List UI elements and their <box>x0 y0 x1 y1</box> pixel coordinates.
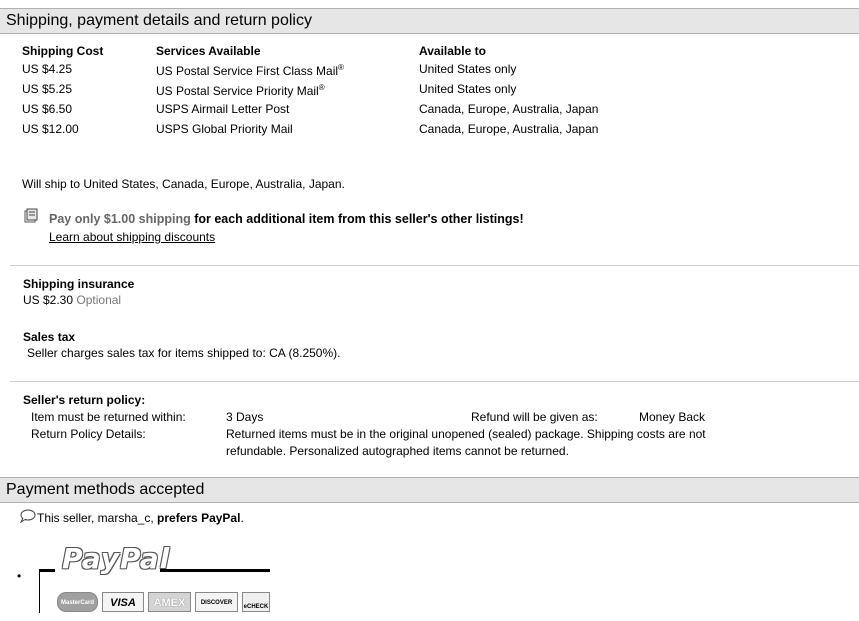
will-ship-text: Will ship to United States, Canada, Euro… <box>22 177 345 191</box>
mastercard-icon: MasterCard <box>57 592 98 612</box>
echeck-icon: eCHECK <box>242 592 270 612</box>
refund-label: Refund will be given as: <box>471 410 598 424</box>
shipping-cost: US $5.25 <box>22 82 73 96</box>
shipping-destination: Canada, Europe, Australia, Japan <box>419 102 599 116</box>
return-details-line2: refundable. Personalized autographed ite… <box>226 444 569 458</box>
speech-bubble-icon <box>19 509 36 526</box>
discount-prefix: Pay only $1.00 shipping <box>49 212 191 226</box>
insurance-optional: Optional <box>76 293 122 307</box>
shipping-service: US Postal Service Priority Mail® <box>156 83 325 98</box>
shipping-destination: United States only <box>419 62 517 76</box>
sales-tax-title: Sales tax <box>23 330 76 344</box>
divider <box>10 265 859 266</box>
shipping-cost: US $12.00 <box>22 122 79 136</box>
shipping-cost: US $4.25 <box>22 62 73 76</box>
shipping-destination: Canada, Europe, Australia, Japan <box>419 122 599 136</box>
shipping-discount-icon <box>23 208 38 226</box>
section-title: Payment methods accepted <box>6 481 205 498</box>
shipping-destination: United States only <box>419 82 517 96</box>
return-policy-title: Seller's return policy: <box>23 393 146 407</box>
visa-icon: VISA <box>102 592 144 612</box>
discount-suffix: for each additional item from this selle… <box>190 212 524 226</box>
return-details-label: Return Policy Details: <box>31 427 146 441</box>
section-header-shipping: Shipping, payment details and return pol… <box>0 8 859 34</box>
shipping-service: USPS Airmail Letter Post <box>156 102 290 116</box>
insurance-amount: US $2.30 Optional <box>23 293 122 307</box>
shipping-service: USPS Global Priority Mail <box>156 122 293 136</box>
paypal-logo: PayPal <box>62 542 171 575</box>
list-bullet: • <box>17 569 22 583</box>
header-available-to: Available to <box>419 44 486 58</box>
refund-value: Money Back <box>639 410 706 424</box>
header-services-available: Services Available <box>156 44 261 58</box>
amex-icon: AMEX <box>148 592 191 612</box>
discover-icon: DISCOVER <box>195 592 238 612</box>
return-details-line1: Returned items must be in the original u… <box>226 427 706 441</box>
insurance-title: Shipping insurance <box>23 277 135 291</box>
section-title: Shipping, payment details and return pol… <box>6 12 312 29</box>
shipping-service: US Postal Service First Class Mail® <box>156 63 344 78</box>
sales-tax-text: Seller charges sales tax for items shipp… <box>27 346 341 360</box>
prefers-paypal-text: This seller, marsha_c, prefers PayPal. <box>37 511 244 525</box>
shipping-discounts-link[interactable]: Learn about shipping discounts <box>49 230 215 244</box>
shipping-cost: US $6.50 <box>22 102 73 116</box>
return-within-label: Item must be returned within: <box>31 410 186 424</box>
divider <box>10 381 859 382</box>
paypal-payment-box: PayPal MasterCard VISA AMEX DISCOVER eCH… <box>39 537 270 613</box>
return-within-value: 3 Days <box>226 410 264 424</box>
shipping-discount-text: Pay only $1.00 shipping for each additio… <box>49 212 524 226</box>
header-shipping-cost: Shipping Cost <box>22 44 104 58</box>
section-header-payment: Payment methods accepted <box>0 477 859 503</box>
